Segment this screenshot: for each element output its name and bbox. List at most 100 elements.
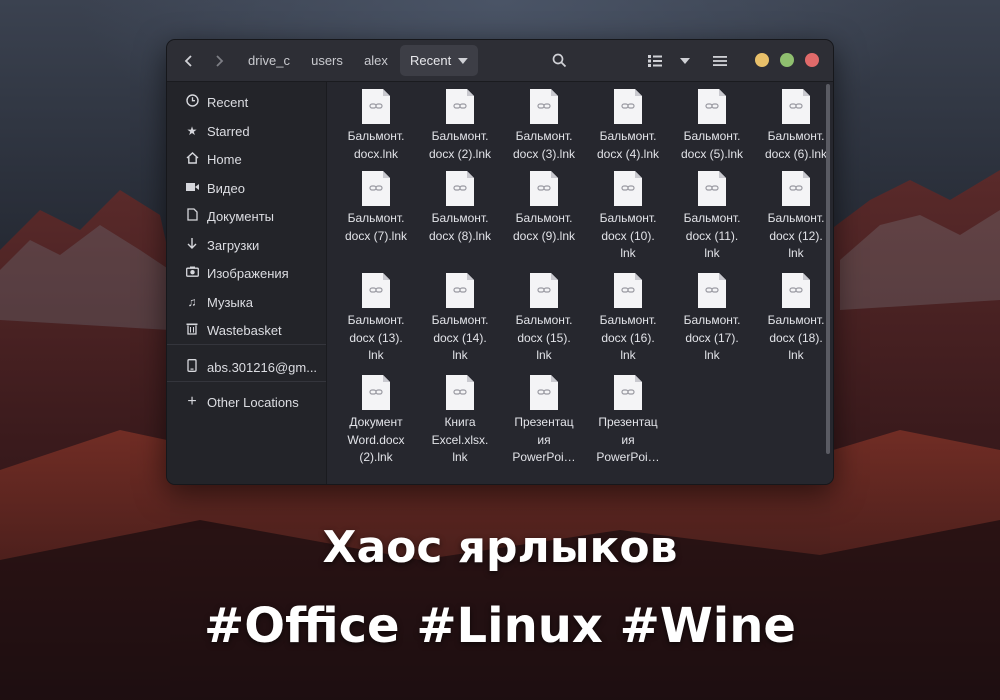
file-item[interactable]: Бальмонт. docx (16). lnk	[587, 268, 669, 368]
sidebar-item-label: abs.301216@gm...	[207, 359, 318, 375]
file-item[interactable]: Бальмонт. docx (12). lnk	[755, 166, 833, 266]
search-button[interactable]	[544, 45, 574, 76]
file-item[interactable]: Бальмонт. docx (7).lnk	[335, 166, 417, 266]
file-name: Презентац ия PowerPoi…	[512, 415, 576, 464]
search-icon	[552, 53, 566, 68]
forward-button[interactable]	[205, 45, 233, 76]
link-file-icon	[362, 273, 390, 308]
sidebar-item-starred[interactable]: ★ Starred	[167, 118, 326, 144]
file-item[interactable]: Бальмонт. docx (10). lnk	[587, 166, 669, 266]
music-icon: ♫	[187, 295, 197, 309]
file-name: Бальмонт. docx (13). lnk	[347, 313, 405, 362]
link-file-icon	[362, 171, 390, 206]
file-item[interactable]: Бальмонт. docx (13). lnk	[335, 268, 417, 368]
file-item[interactable]: Бальмонт. docx (9).lnk	[503, 166, 585, 266]
chevron-right-icon	[216, 54, 224, 67]
link-file-icon	[614, 89, 642, 124]
link-file-icon	[782, 273, 810, 308]
breadcrumb-drive-c[interactable]: drive_c	[241, 45, 297, 76]
link-file-icon	[446, 375, 474, 410]
chevron-down-icon	[680, 57, 690, 64]
hamburger-menu-icon	[713, 55, 727, 66]
link-file-icon	[698, 89, 726, 124]
video-icon	[185, 181, 199, 195]
file-grid: Бальмонт. docx.lnk Бальмонт. docx (2).lnk…	[327, 82, 833, 484]
sidebar-item-label: Видео	[207, 180, 245, 196]
file-name: Бальмонт. docx (14). lnk	[431, 313, 489, 362]
file-name: Бальмонт. docx (15). lnk	[515, 313, 573, 362]
file-item[interactable]: Книга Excel.xlsx. lnk	[419, 370, 501, 470]
star-icon: ★	[186, 124, 198, 138]
file-item[interactable]: Бальмонт. docx (17). lnk	[671, 268, 753, 368]
file-item[interactable]: Бальмонт. docx (15). lnk	[503, 268, 585, 368]
sidebar-item-recent[interactable]: Recent	[167, 89, 326, 115]
plus-icon: +	[187, 393, 197, 410]
chevron-left-icon	[184, 54, 192, 67]
link-file-icon	[614, 171, 642, 206]
maximize-button[interactable]	[780, 53, 794, 67]
view-list-button[interactable]	[641, 45, 669, 76]
breadcrumb-alex[interactable]: alex	[355, 45, 397, 76]
trash-icon	[185, 322, 199, 338]
back-button[interactable]	[175, 45, 203, 76]
file-item[interactable]: Презентац ия PowerPoi…	[587, 370, 669, 470]
sidebar-item-documents[interactable]: Документы	[167, 203, 326, 229]
file-name: Книга Excel.xlsx. lnk	[431, 415, 489, 464]
sidebar-item-downloads[interactable]: Загрузки	[167, 232, 326, 258]
sidebar-item-pictures[interactable]: Изображения	[167, 260, 326, 286]
file-item[interactable]: Презентац ия PowerPoi…	[503, 370, 585, 470]
file-name: Бальмонт. docx (16). lnk	[599, 313, 657, 362]
file-name: Бальмонт. docx (10). lnk	[599, 211, 657, 260]
document-icon	[185, 208, 199, 224]
sidebar-item-wastebasket[interactable]: Wastebasket	[167, 317, 326, 343]
file-name: Бальмонт. docx (8).lnk	[428, 211, 492, 243]
list-view-icon	[648, 54, 662, 67]
link-file-icon	[782, 171, 810, 206]
file-item[interactable]: Бальмонт. docx (18). lnk	[755, 268, 833, 368]
file-item[interactable]: Бальмонт. docx (8).lnk	[419, 166, 501, 266]
sidebar: Recent ★ Starred Home Видео Документы За…	[167, 82, 327, 484]
phone-icon	[185, 359, 199, 375]
sidebar-item-other-locations[interactable]: + Other Locations	[167, 389, 326, 415]
view-options-button[interactable]	[672, 45, 698, 76]
file-name: Бальмонт. docx (4).lnk	[596, 129, 660, 161]
file-name: Бальмонт. docx (2).lnk	[428, 129, 492, 161]
sidebar-item-label: Starred	[207, 123, 250, 139]
file-name: Документ Word.docx (2).lnk	[347, 415, 405, 464]
link-file-icon	[530, 273, 558, 308]
link-file-icon	[530, 375, 558, 410]
link-file-icon	[698, 171, 726, 206]
link-file-icon	[614, 273, 642, 308]
link-file-icon	[614, 375, 642, 410]
sidebar-item-account[interactable]: abs.301216@gm...	[167, 354, 326, 380]
file-name: Бальмонт. docx (11). lnk	[683, 211, 741, 260]
file-manager-window: drive_c users alex Recent Recent ★ Starr…	[166, 39, 834, 485]
link-file-icon	[530, 89, 558, 124]
file-item[interactable]: Бальмонт. docx (14). lnk	[419, 268, 501, 368]
link-file-icon	[446, 171, 474, 206]
sidebar-item-home[interactable]: Home	[167, 146, 326, 172]
scrollbar[interactable]	[826, 84, 830, 454]
sidebar-divider	[167, 381, 326, 382]
breadcrumb-recent[interactable]: Recent	[400, 45, 478, 76]
sidebar-item-label: Загрузки	[207, 237, 260, 253]
breadcrumb-users[interactable]: users	[303, 45, 351, 76]
sidebar-item-video[interactable]: Видео	[167, 175, 326, 201]
menu-button[interactable]	[706, 45, 734, 76]
sidebar-item-label: Recent	[207, 94, 249, 110]
breadcrumb-recent-label: Recent	[410, 53, 452, 68]
sidebar-item-label: Музыка	[207, 294, 253, 310]
file-name: Презентац ия PowerPoi…	[596, 415, 660, 464]
sidebar-item-music[interactable]: ♫ Музыка	[167, 289, 326, 315]
link-file-icon	[446, 89, 474, 124]
file-name: Бальмонт. docx.lnk	[347, 129, 405, 161]
close-button[interactable]	[805, 53, 819, 67]
file-item[interactable]: Бальмонт. docx (11). lnk	[671, 166, 753, 266]
file-item[interactable]: Документ Word.docx (2).lnk	[335, 370, 417, 470]
link-file-icon	[782, 89, 810, 124]
sidebar-item-label: Документы	[207, 208, 275, 224]
file-name: Бальмонт. docx (17). lnk	[683, 313, 741, 362]
home-icon	[185, 151, 199, 167]
link-file-icon	[446, 273, 474, 308]
minimize-button[interactable]	[755, 53, 769, 67]
